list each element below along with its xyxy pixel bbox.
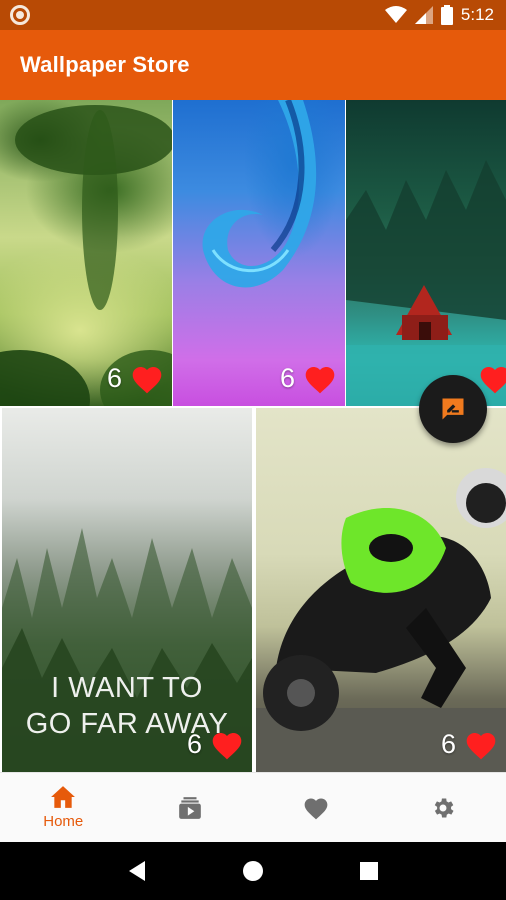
wallpaper-tile-water-swirl[interactable]: 6 [173,100,345,406]
wallpaper-tile-nature[interactable]: 6 [0,100,172,406]
like-count: 6 [440,729,456,759]
app-title: Wallpaper Store [20,52,190,77]
app-bar: Wallpaper Store [0,30,506,100]
heart-icon[interactable] [130,364,164,394]
heart-icon[interactable] [478,364,506,394]
home-icon [51,786,76,808]
nav-favorites[interactable] [253,773,380,842]
recents-icon[interactable] [359,861,379,881]
wallpaper-image [346,160,506,406]
heart-icon[interactable] [464,730,498,760]
heart-icon[interactable] [210,730,244,760]
like-badge: 6 [187,729,244,760]
like-badge: 6 [280,363,337,394]
notification-icon [10,5,30,25]
nav-settings[interactable] [380,773,506,842]
nav-home[interactable]: Home [0,773,127,842]
heart-icon[interactable] [303,364,337,394]
system-navigation-bar [0,842,506,900]
wallpaper-tile-foggy-forest[interactable]: I WANT TO GO FAR AWAY 6 [2,408,252,772]
feedback-fab[interactable] [419,375,487,443]
wallpaper-tile-lake-cabin[interactable] [346,100,506,406]
like-count: 6 [106,363,122,393]
bottom-navigation: Home [0,772,506,842]
wallpaper-image [202,100,317,288]
battery-icon [440,5,453,25]
wallpaper-grid: 6 6 I WANT TO GO FAR AWAY 6 6 [0,100,506,772]
favorite-icon [304,797,328,819]
wallpaper-tile-motorcycle[interactable]: 6 [256,408,506,772]
back-icon[interactable] [127,860,147,882]
like-count: 6 [279,363,295,393]
wallpaper-image [256,468,506,772]
like-count: 6 [186,729,202,759]
nav-home-label: Home [43,813,84,830]
nav-subscriptions[interactable] [127,773,254,842]
feedback-icon [442,398,464,420]
wallpaper-image [0,105,172,406]
status-time: 5:12 [460,5,494,24]
like-badge: 6 [441,729,498,760]
status-bar: 5:12 [0,0,506,30]
like-badge: 6 [107,363,164,394]
quote-line: I WANT TO [51,672,203,704]
signal-icon [414,6,433,24]
wifi-icon [384,6,407,23]
settings-icon [434,797,454,818]
subscriptions-icon [178,796,201,819]
home-button-icon[interactable] [242,860,264,882]
